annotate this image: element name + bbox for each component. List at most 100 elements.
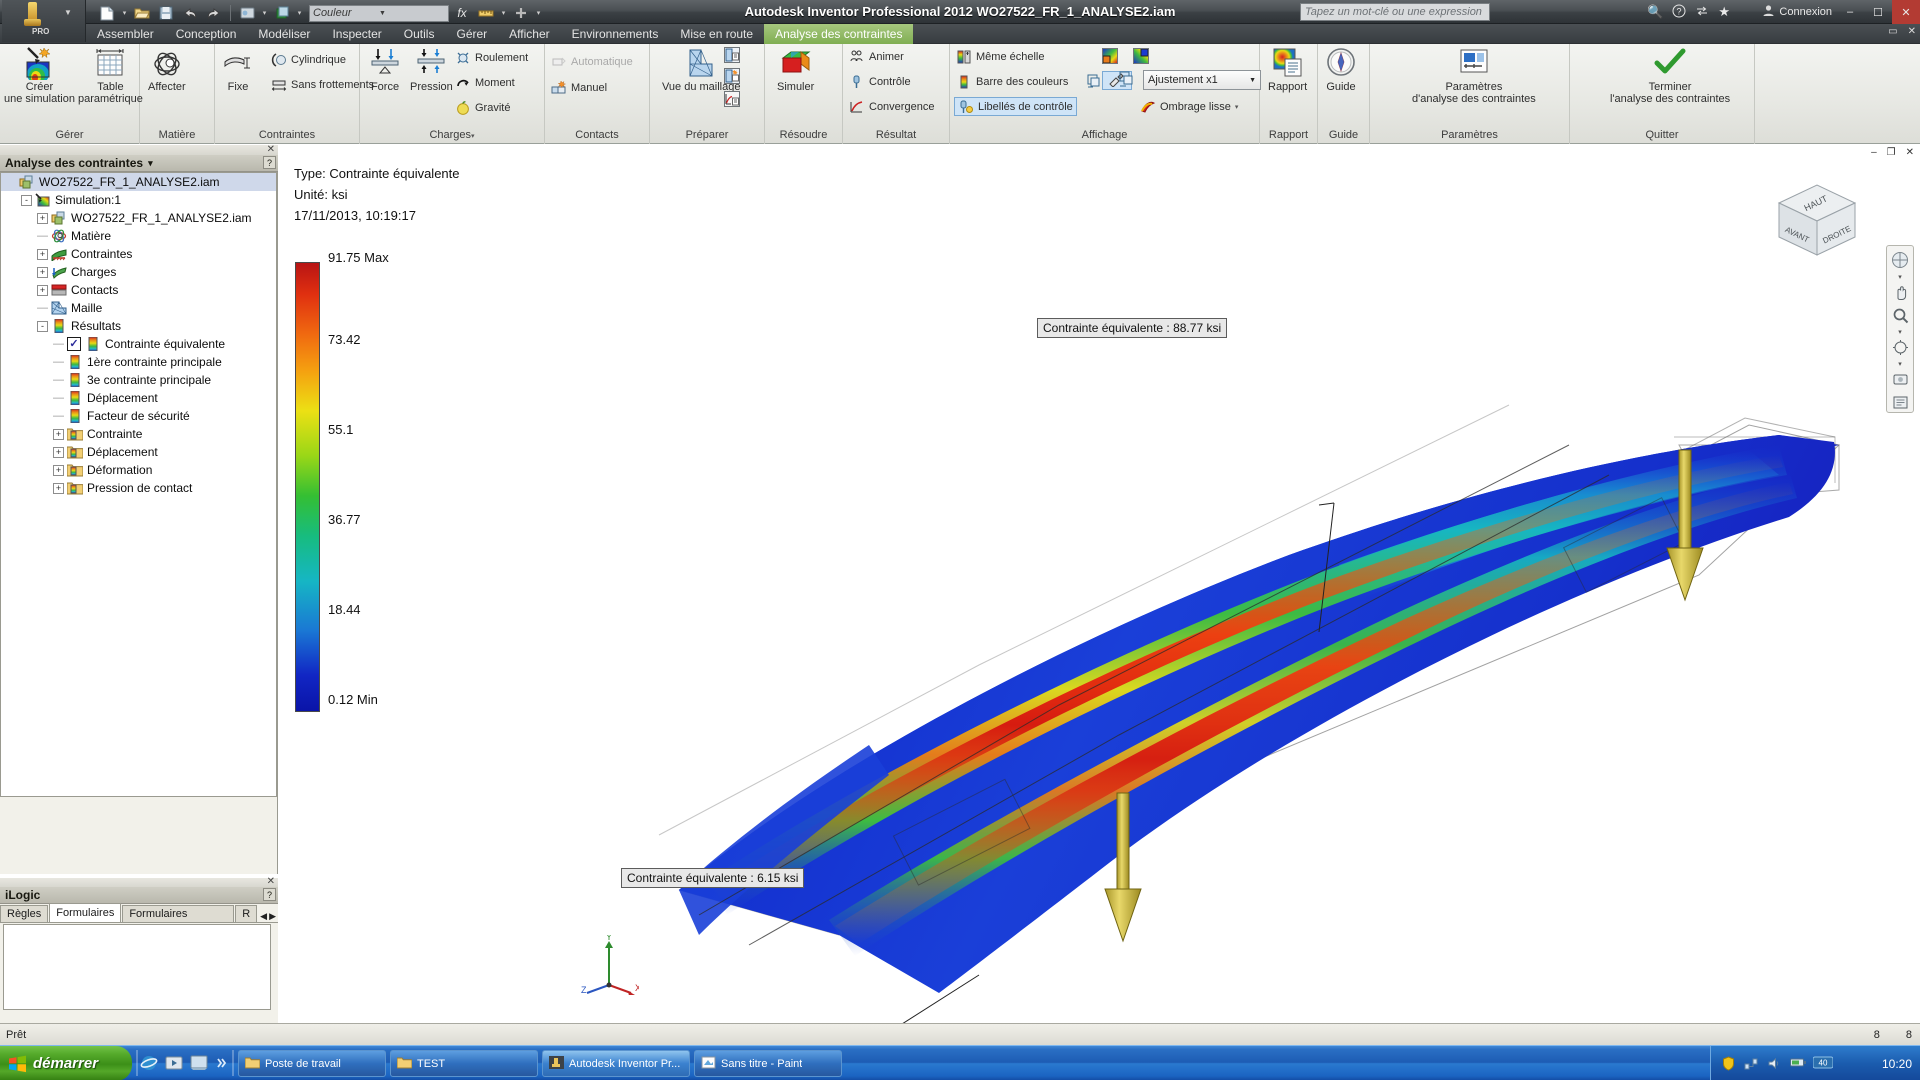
ilogic-next-icon[interactable]: ▶ (269, 911, 276, 922)
application-menu-button[interactable]: PRO ▼ (2, 0, 86, 42)
tree-item-15[interactable]: + Déplacement (1, 443, 276, 461)
tree-item-0[interactable]: WO27522_FR_1_ANALYSE2.iam (1, 173, 276, 191)
tree-item-16[interactable]: + Déformation (1, 461, 276, 479)
material-caret-icon[interactable]: ▾ (295, 9, 304, 17)
tree-expand-icon[interactable]: + (37, 248, 48, 260)
redo-icon[interactable] (203, 3, 225, 23)
manuel-button[interactable]: Manuel (551, 78, 607, 98)
automatique-button[interactable]: Automatique (551, 52, 633, 72)
zoom-caret-icon[interactable]: ▾ (1898, 328, 1902, 336)
measure-caret-icon[interactable]: ▾ (499, 9, 508, 17)
ilogic-grip[interactable]: ✕ (0, 876, 278, 887)
guide-button[interactable]: Guide (1324, 46, 1358, 93)
ilogic-tab-formulaires[interactable]: Formulaires (49, 903, 122, 922)
tab-conception[interactable]: Conception (165, 24, 248, 44)
model-tree[interactable]: WO27522_FR_1_ANALYSE2.iam - Simulation:1 + W… (0, 172, 277, 797)
zoom-icon[interactable] (1889, 305, 1911, 325)
taskitem-paint[interactable]: Sans titre - Paint (694, 1050, 842, 1077)
tree-expand-icon[interactable]: + (53, 428, 64, 440)
graphics-viewport[interactable]: – ❐ ✕ Type: Contrainte équivalente Unité… (279, 145, 1920, 1023)
tab-assembler[interactable]: Assembler (86, 24, 165, 44)
tree-item-14[interactable]: + Contrainte (1, 425, 276, 443)
ilogic-tab-formulaires-globaux[interactable]: Formulaires globaux (122, 905, 235, 936)
orbit-caret-icon[interactable]: ▾ (1898, 360, 1902, 368)
taskitem-autodesk-inventor[interactable]: Autodesk Inventor Pr... (542, 1050, 690, 1077)
tree-expand-icon[interactable]: + (37, 284, 48, 296)
ilogic-tab-r[interactable]: R (235, 905, 258, 922)
tree-item-7[interactable]: — Maille (1, 299, 276, 317)
tree-item-3[interactable]: — Matière (1, 227, 276, 245)
help-icon[interactable]: ? (1672, 4, 1686, 21)
deformation-scale-button[interactable] (1118, 71, 1136, 89)
close-button[interactable]: ✕ (1892, 0, 1920, 24)
exchange-icon[interactable] (1695, 4, 1709, 21)
ombrage-caret-icon[interactable]: ▾ (1235, 103, 1239, 111)
favorites-icon[interactable]: ★ (1718, 4, 1730, 20)
internet-explorer-icon[interactable] (140, 1054, 159, 1073)
view-cube[interactable]: HAUT AVANT DROITE (1769, 175, 1865, 265)
animer-button[interactable]: Animer (849, 47, 904, 67)
tray-battery-icon[interactable] (1790, 1056, 1806, 1072)
browser-close-icon[interactable]: ✕ (267, 144, 275, 155)
barre-des-couleurs-button[interactable]: Barre des couleurs (956, 72, 1068, 92)
tab-gerer[interactable]: Gérer (445, 24, 498, 44)
tab-inspecter[interactable]: Inspecter (321, 24, 392, 44)
roulement-button[interactable]: Roulement (455, 48, 528, 68)
tray-network-icon[interactable] (1744, 1056, 1760, 1072)
tree-item-12[interactable]: — Déplacement (1, 389, 276, 407)
tab-environnements[interactable]: Environnements (561, 24, 670, 44)
ilogic-close-icon[interactable]: ✕ (267, 876, 275, 887)
material-icon[interactable] (271, 3, 293, 23)
convergence-settings-button[interactable] (724, 89, 740, 109)
navigation-bar[interactable]: ▾ ▾ ▾ (1886, 245, 1914, 413)
browser-grip[interactable]: ✕ (0, 144, 278, 155)
tree-collapse-icon[interactable]: - (21, 194, 32, 206)
tree-expand-icon[interactable]: + (53, 446, 64, 458)
cylindrique-button[interactable]: Cylindrique (271, 50, 346, 70)
search-input[interactable]: Tapez un mot-clé ou une expression (1300, 3, 1490, 21)
browser-title-caret-icon[interactable]: ▾ (148, 158, 153, 169)
ombrage-lisse-button[interactable]: Ombrage lisse ▾ (1140, 97, 1238, 117)
rapport-button[interactable]: Rapport (1268, 46, 1307, 93)
max-result-button[interactable] (1102, 46, 1118, 66)
force-button[interactable]: Force (368, 46, 402, 93)
doc-restore-icon[interactable]: ▭ (1888, 26, 1897, 37)
fea-result-model[interactable] (279, 145, 1920, 1023)
tab-analyse-des-contraintes[interactable]: Analyse des contraintes (764, 24, 914, 44)
ilogic-tab-regles[interactable]: Règles (0, 905, 49, 922)
full-navigation-wheel-icon[interactable] (1889, 250, 1911, 270)
tab-afficher[interactable]: Afficher (498, 24, 560, 44)
taskitem-poste-de-travail[interactable]: Poste de travail (238, 1050, 386, 1077)
maximize-button[interactable]: ☐ (1864, 0, 1892, 24)
local-mesh-button[interactable] (724, 66, 740, 86)
tree-expand-icon[interactable]: + (37, 212, 48, 224)
moment-button[interactable]: Moment (455, 73, 515, 93)
open-file-icon[interactable] (131, 3, 153, 23)
tray-shield-icon[interactable] (1721, 1055, 1737, 1072)
parametres-button[interactable]: Paramètres d'analyse des contraintes (1412, 46, 1536, 105)
tree-collapse-icon[interactable]: - (37, 320, 48, 332)
affecter-button[interactable]: Affecter (148, 46, 186, 93)
color-selector[interactable]: Couleur ▼ (309, 4, 449, 22)
measure-icon[interactable] (475, 3, 497, 23)
save-icon[interactable] (155, 3, 177, 23)
pression-button[interactable]: Pression (410, 46, 453, 93)
sans-frottements-button[interactable]: Sans frottements (271, 75, 374, 95)
minimize-button[interactable]: – (1836, 0, 1864, 24)
show-desktop-icon[interactable] (190, 1054, 209, 1073)
taskitem-test[interactable]: TEST (390, 1050, 538, 1077)
tree-item-8[interactable]: - Résultats (1, 317, 276, 335)
add-icon[interactable] (510, 3, 532, 23)
libelles-de-controle-button[interactable]: Libellés de contrôle (954, 97, 1077, 116)
wheel-caret-icon[interactable]: ▾ (1898, 273, 1902, 281)
terminer-button[interactable]: Terminer l'analyse des contraintes (1610, 46, 1730, 105)
convergence-button[interactable]: Convergence (849, 97, 934, 117)
signin-button[interactable]: Connexion (1762, 4, 1832, 20)
meme-echelle-button[interactable]: Même échelle (956, 47, 1044, 67)
new-file-caret-icon[interactable]: ▾ (120, 9, 129, 17)
tree-expand-icon[interactable]: + (53, 482, 64, 494)
taskbar-clock[interactable]: 10:20 (1882, 1057, 1912, 1071)
tree-item-17[interactable]: + Pression de contact (1, 479, 276, 497)
tree-item-5[interactable]: + Charges (1, 263, 276, 281)
tab-outils[interactable]: Outils (393, 24, 446, 44)
